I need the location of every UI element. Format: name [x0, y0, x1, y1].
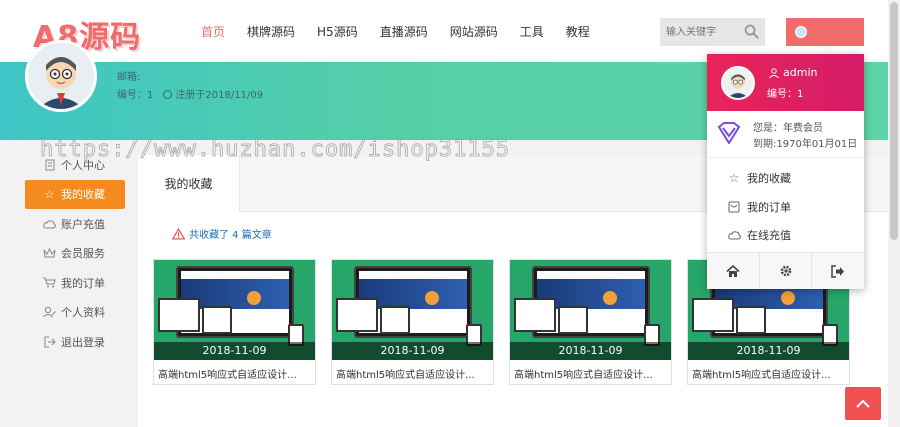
- star-icon: ☆: [728, 171, 740, 186]
- card-date: 2018-11-09: [510, 342, 671, 360]
- dropdown-user-id: 编号：1: [767, 89, 804, 100]
- search-box: [660, 18, 765, 46]
- avatar-small-icon: [795, 26, 807, 38]
- scrollbar-thumb[interactable]: [890, 2, 898, 240]
- search-input[interactable]: [660, 18, 740, 46]
- cloud-icon: [43, 217, 56, 230]
- sidebar-item-label: 账户充值: [61, 217, 105, 231]
- dropdown-footer: [707, 252, 864, 289]
- crown-icon: [43, 247, 56, 260]
- template-thumbnail: 2018-11-09: [332, 260, 493, 360]
- nav-h5-source[interactable]: H5源码: [317, 23, 358, 40]
- user-icon: [769, 67, 779, 78]
- favorite-card[interactable]: 2018-11-09 高端html5响应式自适应设计...: [509, 259, 672, 385]
- cloud-icon: [727, 228, 741, 242]
- card-date: 2018-11-09: [154, 342, 315, 360]
- card-title[interactable]: 高端html5响应式自适应设计...: [158, 366, 310, 381]
- membership-type: 您是：年费会员: [753, 123, 823, 134]
- clock-icon: [163, 90, 173, 99]
- card-title[interactable]: 高端html5响应式自适应设计...: [692, 366, 844, 381]
- card-date: 2018-11-09: [332, 342, 493, 360]
- sidebar-item-orders[interactable]: 我的订单: [25, 268, 125, 298]
- nav-home[interactable]: 首页: [201, 23, 225, 40]
- email-label: 邮箱:: [117, 72, 141, 83]
- warning-icon: [172, 227, 185, 239]
- sidebar-item-label: 我的订单: [61, 276, 105, 290]
- membership-expiry: 到期:1970年01月01日: [753, 139, 858, 150]
- user-meta: 编号：1 注册于2018/11/09: [117, 86, 263, 101]
- main-nav: 首页 棋牌源码 H5源码 直播源码 网站源码 工具 教程: [190, 0, 601, 62]
- nav-chess-source[interactable]: 棋牌源码: [247, 23, 295, 40]
- dropdown-menu: ☆ 我的收藏 我的订单 在线充值: [707, 164, 864, 250]
- user-menu-button[interactable]: [786, 18, 864, 46]
- home-button[interactable]: [707, 253, 760, 289]
- membership-info: 您是：年费会员 到期:1970年01月01日: [707, 111, 864, 158]
- sidebar-item-label: 退出登录: [61, 335, 105, 349]
- sidebar-item-recharge[interactable]: 账户充值: [25, 209, 125, 239]
- cart-icon: [43, 276, 56, 289]
- dropdown-username: admin: [769, 66, 817, 79]
- dropdown-item-recharge[interactable]: 在线充值: [707, 221, 864, 250]
- nav-website-source[interactable]: 网站源码: [450, 23, 498, 40]
- sidebar-item-label: 我的收藏: [61, 188, 105, 202]
- dropdown-item-orders[interactable]: 我的订单: [707, 193, 864, 222]
- favorite-card[interactable]: 2018-11-09 高端html5响应式自适应设计...: [153, 259, 316, 385]
- favorites-notice: 共收藏了 4 篇文章: [172, 226, 272, 241]
- nav-live-source[interactable]: 直播源码: [380, 23, 428, 40]
- sidebar-item-label: 会员服务: [61, 247, 105, 261]
- order-icon: [727, 200, 741, 214]
- avatar: [721, 66, 755, 100]
- card-title[interactable]: 高端html5响应式自适应设计...: [336, 366, 488, 381]
- avatar-face-icon: [723, 68, 753, 98]
- logout-button[interactable]: [812, 253, 864, 289]
- notice-text: 共收藏了 4 篇文章: [189, 230, 272, 241]
- nav-tutorials[interactable]: 教程: [566, 23, 590, 40]
- dropdown-header: admin 编号：1: [707, 54, 864, 111]
- sidebar-item-membership[interactable]: 会员服务: [25, 239, 125, 269]
- card-title[interactable]: 高端html5响应式自适应设计...: [514, 366, 666, 381]
- sidebar-item-label: 个人资料: [61, 306, 105, 320]
- logout-icon: [831, 264, 845, 278]
- gear-icon: [780, 265, 791, 277]
- watermark-text: https://www.huzhan.com/ishop31155: [39, 137, 511, 163]
- chevron-up-icon: [856, 399, 870, 408]
- template-thumbnail: 2018-11-09: [510, 260, 671, 360]
- logout-icon: [43, 335, 56, 348]
- user-dropdown: admin 编号：1 您是：年费会员 到期:1970年01月01日 ☆ 我的收藏…: [707, 54, 864, 289]
- sidebar-item-logout[interactable]: 退出登录: [25, 327, 125, 357]
- card-date: 2018-11-09: [688, 342, 849, 360]
- user-edit-icon: [43, 306, 56, 319]
- dropdown-item-favorites[interactable]: ☆ 我的收藏: [707, 164, 864, 193]
- nav-tools[interactable]: 工具: [520, 23, 544, 40]
- scroll-to-top-button[interactable]: [845, 387, 881, 420]
- favorite-card[interactable]: 2018-11-09 高端html5响应式自适应设计...: [331, 259, 494, 385]
- avatar-face-icon: [28, 43, 94, 109]
- template-thumbnail: 2018-11-09: [154, 260, 315, 360]
- sidebar: 个人中心 ☆ 我的收藏 账户充值 会员服务 我的订单 个人资料 退出登录: [25, 150, 125, 357]
- home-icon: [726, 264, 740, 277]
- sidebar-item-favorites[interactable]: ☆ 我的收藏: [25, 179, 125, 209]
- registered-date: 注册于2018/11/09: [175, 90, 264, 101]
- diamond-icon: [717, 122, 741, 144]
- page-scrollbar[interactable]: [888, 0, 900, 427]
- sidebar-item-profile[interactable]: 个人资料: [25, 298, 125, 328]
- user-id-text: 编号：1: [117, 90, 154, 101]
- top-header: A8源码 首页 棋牌源码 H5源码 直播源码 网站源码 工具 教程: [0, 0, 900, 62]
- tab-favorites[interactable]: 我的收藏: [138, 155, 240, 212]
- avatar: [25, 40, 97, 112]
- search-icon[interactable]: [744, 24, 759, 39]
- star-icon: ☆: [44, 187, 55, 201]
- settings-button[interactable]: [760, 253, 813, 289]
